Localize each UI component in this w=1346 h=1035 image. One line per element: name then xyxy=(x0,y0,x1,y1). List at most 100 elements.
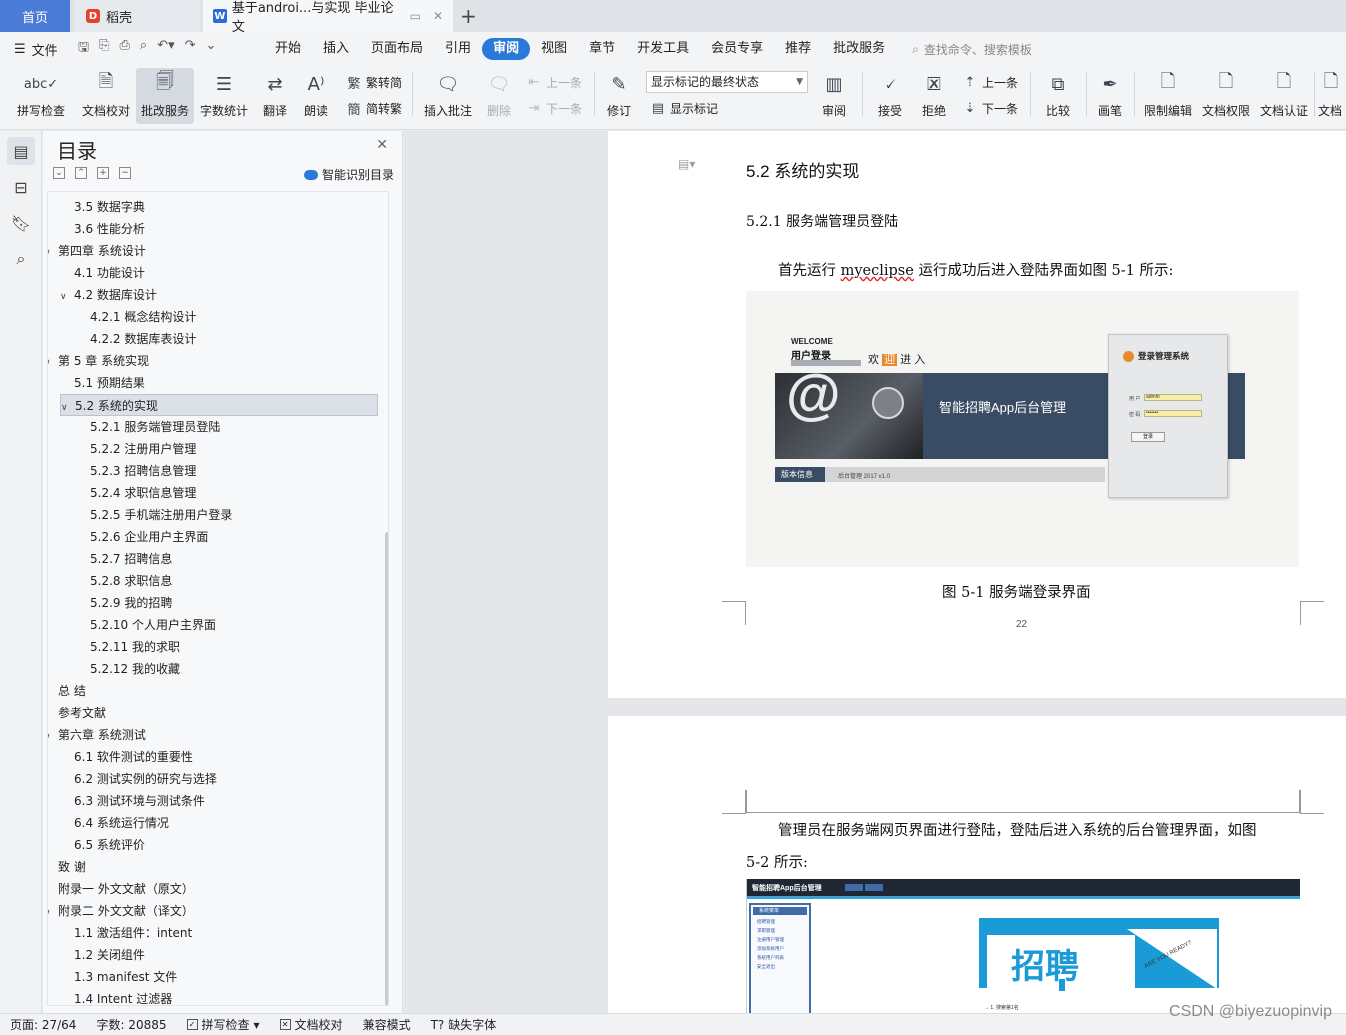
translate-button[interactable]: ⇄ 翻译 xyxy=(255,68,295,124)
chevron-down-icon[interactable]: ∨ xyxy=(48,726,58,748)
menu-member[interactable]: 会员专享 xyxy=(700,38,774,60)
prev-change-button[interactable]: ⇡ 上一条 xyxy=(962,71,1018,93)
toc-item[interactable]: 4.1 功能设计 xyxy=(60,262,145,284)
menu-developer[interactable]: 开发工具 xyxy=(626,38,700,60)
toc-item[interactable]: 6.1 软件测试的重要性 xyxy=(60,746,193,768)
toc-item[interactable]: 总 结 xyxy=(48,680,86,702)
delete-comment-button[interactable]: 🗨 删除 xyxy=(480,68,518,124)
doc-proof-button[interactable]: 🗎 文档校对 xyxy=(78,68,134,124)
restrict-edit-button[interactable]: 🗋 限制编辑 xyxy=(1140,68,1196,124)
find-icon[interactable]: ⌕ xyxy=(7,245,35,273)
undo-icon[interactable]: ↶▾ xyxy=(157,38,174,60)
prev-comment-button[interactable]: ⇤ 上一条 xyxy=(526,71,582,93)
toc-item[interactable]: ∨ 4.2 数据库设计 xyxy=(60,284,157,306)
chevron-down-icon[interactable]: ∨ xyxy=(60,286,74,308)
file-menu[interactable]: ☰ 文件 xyxy=(0,40,72,59)
chapter-nav-icon[interactable]: ⊟ xyxy=(7,173,35,201)
toc-item[interactable]: 附录一 外文文献（原文） xyxy=(48,878,194,900)
smart-toc-button[interactable]: 智能识别目录 xyxy=(303,166,394,183)
remove-heading-icon[interactable]: − xyxy=(119,167,131,179)
toc-item[interactable]: 6.2 测试实例的研究与选择 xyxy=(60,768,217,790)
tab-home[interactable]: 首页 xyxy=(0,0,70,32)
menu-references[interactable]: 引用 xyxy=(434,38,482,60)
toc-pane-icon[interactable]: ▤ xyxy=(7,137,35,165)
menu-chapter[interactable]: 章节 xyxy=(578,38,626,60)
next-comment-button[interactable]: ⇥ 下一条 xyxy=(526,97,582,119)
menu-view[interactable]: 视图 xyxy=(530,38,578,60)
toc-item[interactable]: 5.2.8 求职信息 xyxy=(76,570,172,592)
toc-item[interactable]: 1.1 激活组件：intent xyxy=(60,922,192,944)
chevron-down-icon[interactable]: ∨ xyxy=(48,902,58,924)
menu-recommend[interactable]: 推荐 xyxy=(774,38,822,60)
toc-item[interactable]: 1.3 manifest 文件 xyxy=(60,966,177,988)
toc-item[interactable]: 4.2.2 数据库表设计 xyxy=(76,328,196,350)
to-traditional-button[interactable]: 繁 繁转简 xyxy=(346,71,402,93)
accept-button[interactable]: 🗸 接受 xyxy=(870,68,910,124)
toc-item[interactable]: 6.5 系统评价 xyxy=(60,834,145,856)
insert-comment-button[interactable]: 🗨 插入批注 xyxy=(420,68,476,124)
correction-service-button[interactable]: 🗐 批改服务 xyxy=(136,68,194,124)
tab-document[interactable]: W 基于androi...与实现 毕业论文 ▭ ✕ xyxy=(203,0,453,35)
toc-item[interactable]: ∨第四章 系统设计 xyxy=(48,240,146,264)
menu-page-layout[interactable]: 页面布局 xyxy=(360,38,434,60)
close-tab-icon[interactable]: ✕ xyxy=(433,9,443,23)
chevron-down-icon[interactable]: ∨ xyxy=(48,352,58,374)
pin-window-icon[interactable]: ▭ xyxy=(410,9,421,23)
proof-status[interactable]: ✕ 文档校对 xyxy=(270,1016,353,1033)
spelling-error[interactable]: myeclipse xyxy=(841,263,914,279)
save-icon[interactable]: 🖫 xyxy=(78,38,89,60)
tab-daoke[interactable]: D 稻壳 xyxy=(74,0,200,32)
next-change-button[interactable]: ⇣ 下一条 xyxy=(962,97,1018,119)
ink-button[interactable]: ✒ 画笔 xyxy=(1092,68,1128,124)
collapse-all-icon[interactable]: ⌄ xyxy=(53,167,65,179)
word-count-indicator[interactable]: 字数: 20885 xyxy=(86,1016,176,1033)
toc-item[interactable]: 3.6 性能分析 xyxy=(60,218,145,240)
read-aloud-button[interactable]: A⁾ 朗读 xyxy=(298,68,334,124)
toc-item[interactable]: 5.1 预期结果 xyxy=(60,372,145,394)
toc-item[interactable]: 5.2.11 我的求职 xyxy=(76,636,180,658)
reject-button[interactable]: 🗷 拒绝 xyxy=(914,68,954,124)
show-markup-button[interactable]: ▤ 显示标记 xyxy=(650,97,718,119)
chevron-down-icon[interactable]: ∨ xyxy=(48,242,58,264)
menu-insert[interactable]: 插入 xyxy=(312,38,360,60)
toc-item[interactable]: ∨第六章 系统测试 xyxy=(48,724,146,748)
word-count-button[interactable]: ☰ 字数统计 xyxy=(196,68,252,124)
new-tab-icon[interactable]: + xyxy=(460,4,477,28)
toc-item[interactable]: 参考文献 xyxy=(48,702,106,724)
add-heading-icon[interactable]: + xyxy=(97,167,109,179)
customize-dropdown-icon[interactable]: ⌄ xyxy=(206,38,217,60)
export-pdf-icon[interactable]: ⎘ xyxy=(99,38,109,60)
doc-cert-button[interactable]: 🗋 文档认证 xyxy=(1256,68,1312,124)
toc-item[interactable]: 5.2.10 个人用户主界面 xyxy=(76,614,216,636)
close-icon[interactable]: ✕ xyxy=(376,137,388,153)
toc-item[interactable]: ∨附录二 外文文献（译文） xyxy=(48,900,194,924)
page-indicator[interactable]: 页面: 27/64 xyxy=(0,1016,86,1033)
toc-item[interactable]: 5.2.6 企业用户主界面 xyxy=(76,526,208,548)
compat-mode[interactable]: 兼容模式 xyxy=(353,1016,421,1033)
revise-button[interactable]: ✎ 修订 xyxy=(600,68,638,124)
menu-review[interactable]: 审阅 xyxy=(482,38,531,60)
print-icon[interactable]: ⎙ xyxy=(119,38,129,60)
toc-item[interactable]: 5.2.7 招聘信息 xyxy=(76,548,172,570)
toc-item[interactable]: 1.4 Intent 过滤器 xyxy=(60,988,172,1005)
toc-item[interactable]: 3.5 数据字典 xyxy=(60,196,145,218)
toc-item[interactable]: 6.3 测试环境与测试条件 xyxy=(60,790,205,812)
print-preview-icon[interactable]: ⌕ xyxy=(140,38,147,60)
spellcheck-button[interactable]: abc✓ 拼写检查 xyxy=(8,68,74,124)
toc-item[interactable]: 4.2.1 概念结构设计 xyxy=(76,306,196,328)
markup-state-select[interactable]: 显示标记的最终状态 ▼ xyxy=(646,71,808,93)
toc-item[interactable]: 致 谢 xyxy=(48,856,86,878)
bookmark-icon[interactable]: 🔖︎ xyxy=(7,209,35,237)
doc-more-button[interactable]: 🗋 文档 xyxy=(1318,68,1346,124)
toc-item[interactable]: ∨第 5 章 系统实现 xyxy=(48,350,149,374)
toc-item[interactable]: 1.2 关闭组件 xyxy=(60,944,145,966)
command-search[interactable]: ⌕ 查找命令、搜索模板 xyxy=(912,41,1032,58)
toc-item[interactable]: 5.2.9 我的招聘 xyxy=(76,592,172,614)
expand-all-icon[interactable]: ⌃ xyxy=(75,167,87,179)
menu-correction[interactable]: 批改服务 xyxy=(822,38,896,60)
toc-item[interactable]: 5.2.12 我的收藏 xyxy=(76,658,180,680)
toc-item[interactable]: 5.2.5 手机端注册用户登录 xyxy=(76,504,232,526)
toc-item[interactable]: 5.2.4 求职信息管理 xyxy=(76,482,196,504)
toc-item[interactable]: 6.4 系统运行情况 xyxy=(60,812,169,834)
menu-start[interactable]: 开始 xyxy=(264,38,312,60)
